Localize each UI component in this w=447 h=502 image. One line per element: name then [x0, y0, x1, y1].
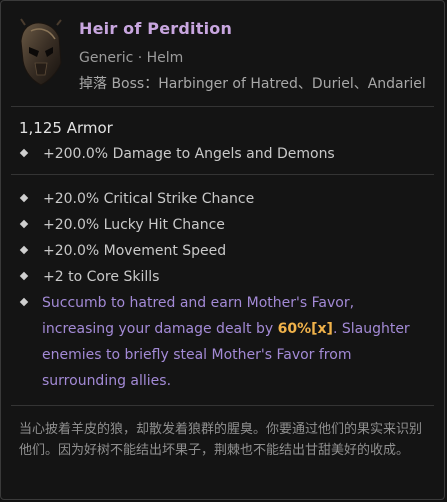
aspect-value: 60%[x]	[277, 321, 333, 337]
affix-text: +20.0% Critical Strike Chance	[43, 191, 255, 207]
diamond-bullet-icon	[19, 148, 29, 158]
implicit-affix: +200.0% Damage to Angels and Demons	[19, 146, 335, 162]
divider	[11, 174, 434, 175]
flavor-text: 当心披着羊皮的狼，却散发着狼群的腥臭。你要通过他们的果实来识别他们。因为好树不能…	[19, 422, 423, 458]
implicit-affix-text: +200.0% Damage to Angels and Demons	[43, 146, 335, 162]
affix-row: +20.0% Critical Strike Chance	[19, 191, 254, 207]
affix-row: +2 to Core Skills	[19, 269, 159, 285]
diamond-bullet-icon	[19, 193, 29, 203]
affix-row: +20.0% Lucky Hit Chance	[19, 217, 225, 233]
divider	[11, 106, 434, 107]
armor-value: 1,125 Armor	[19, 119, 113, 137]
affix-text: +2 to Core Skills	[43, 269, 160, 285]
affix-text: +20.0% Lucky Hit Chance	[43, 217, 225, 233]
item-type: Generic · Helm	[79, 50, 184, 66]
boss-drops: 掉落 Boss：Harbinger of Hatred、Duriel、Andar…	[79, 76, 426, 92]
helm-icon	[17, 17, 65, 89]
diamond-bullet-icon	[19, 245, 29, 255]
diamond-bullet-icon	[19, 297, 29, 307]
diamond-bullet-icon	[19, 271, 29, 281]
diamond-bullet-icon	[19, 219, 29, 229]
affix-text: +20.0% Movement Speed	[43, 243, 227, 259]
divider	[11, 405, 434, 406]
affix-row: +20.0% Movement Speed	[19, 243, 226, 259]
tooltip-header: Heir of Perdition Generic · Helm 掉落 Boss…	[1, 1, 444, 107]
item-tooltip: Heir of Perdition Generic · Helm 掉落 Boss…	[0, 0, 445, 500]
unique-aspect: Succumb to hatred and earn Mother's Favo…	[42, 290, 422, 394]
item-name: Heir of Perdition	[79, 19, 233, 38]
